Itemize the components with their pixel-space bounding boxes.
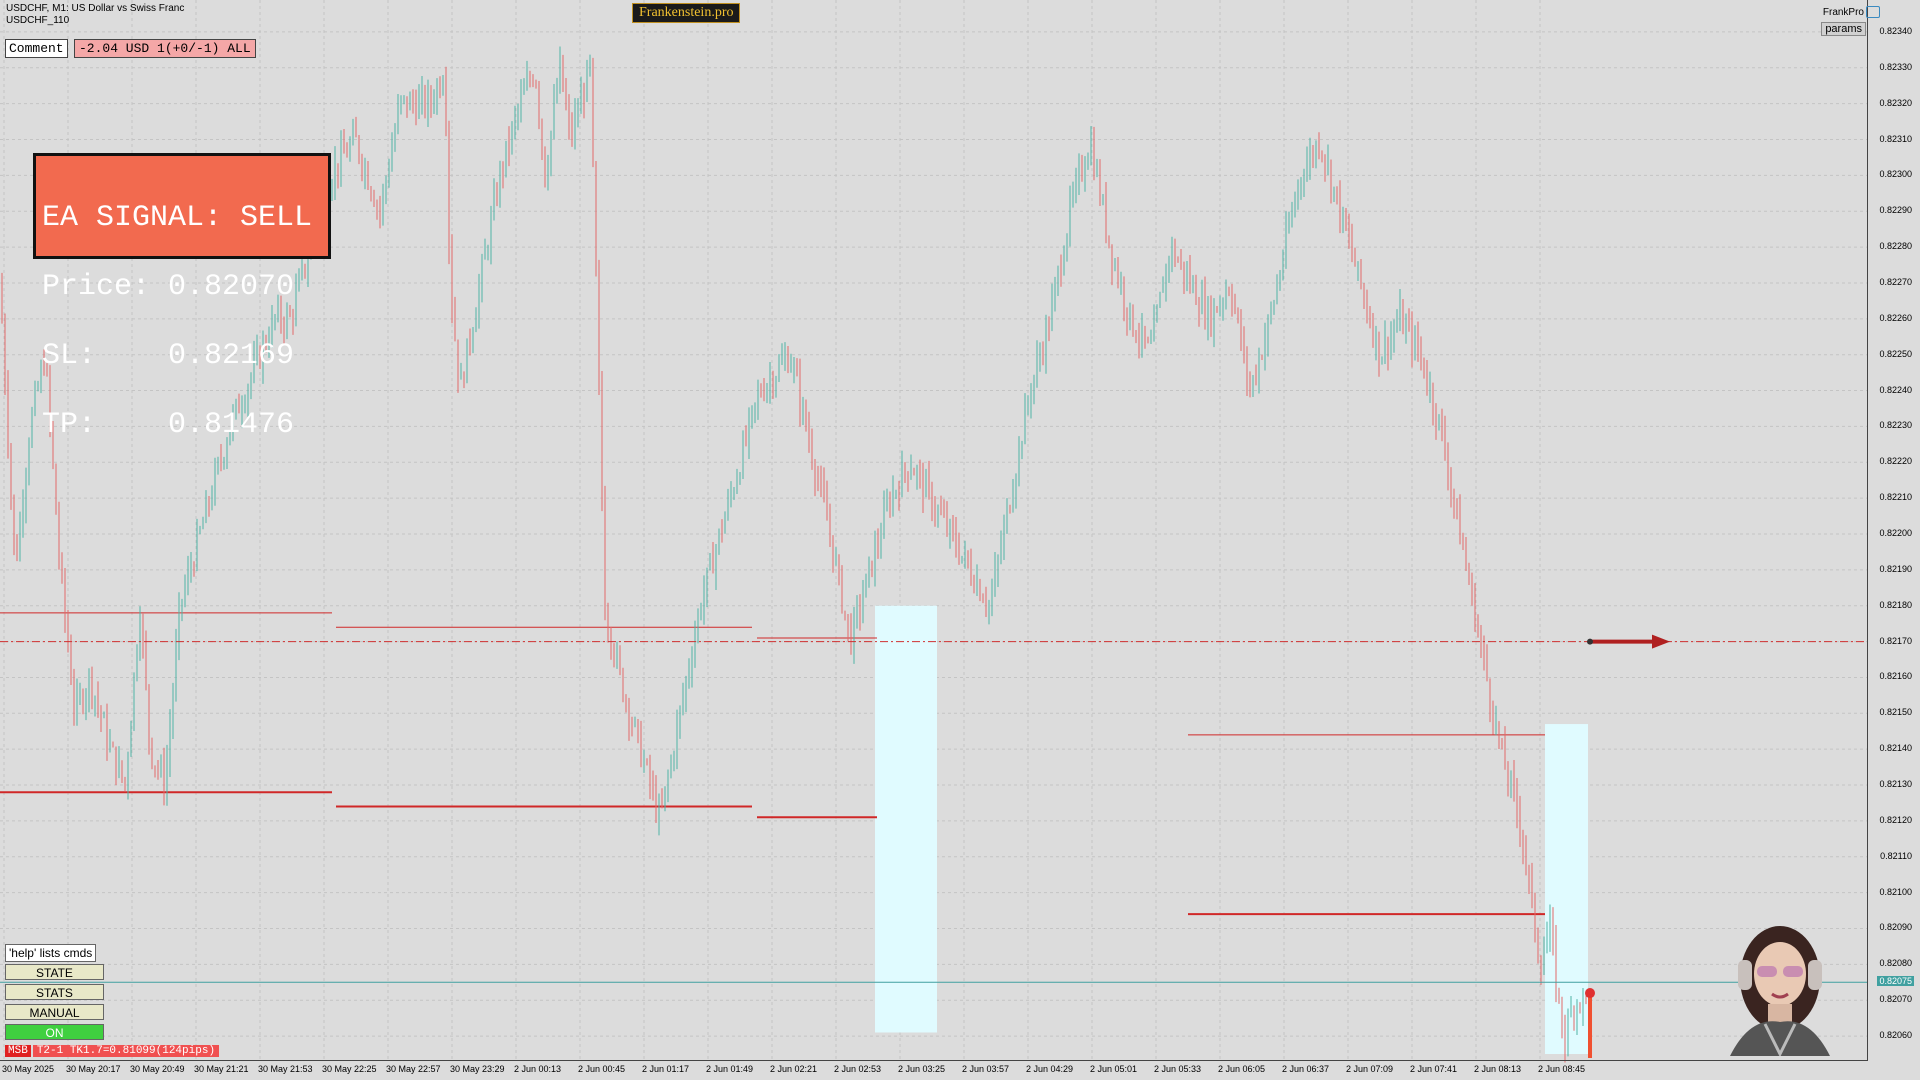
ea-signal-box: EA SIGNAL: SELL Price: 0.82070 SL: 0.821… xyxy=(33,153,331,440)
brand-logo[interactable]: Frankenstein.pro xyxy=(632,3,741,23)
arrow-origin xyxy=(1587,638,1593,645)
manual-button[interactable]: MANUAL xyxy=(5,1004,104,1020)
price-tick-label: 0.82170 xyxy=(1879,635,1912,646)
price-axis-border xyxy=(1867,0,1868,1060)
time-tick-label: 2 Jun 04:29 xyxy=(1026,1064,1074,1074)
time-tick-label: 2 Jun 02:21 xyxy=(770,1064,818,1074)
state-button[interactable]: STATE xyxy=(5,964,104,980)
price-tick-label: 0.82090 xyxy=(1879,922,1912,933)
symbol-title: USDCHF, M1: US Dollar vs Swiss Franc xyxy=(6,3,185,14)
time-tick-label: 2 Jun 00:13 xyxy=(514,1064,562,1074)
msb-status-bar: MSB T2-1 TK1.7=0.81099(124pips) xyxy=(5,1044,220,1058)
avatar xyxy=(1730,926,1830,1056)
price-tick-label: 0.82100 xyxy=(1879,886,1912,897)
signal-line-1: EA SIGNAL: SELL xyxy=(42,201,313,235)
price-tick-label: 0.82200 xyxy=(1879,528,1912,538)
time-tick-label: 30 May 20:17 xyxy=(66,1064,121,1074)
msb-status-text: T2-1 TK1.7=0.81099(124pips) xyxy=(32,1045,220,1057)
price-tick-label: 0.82070 xyxy=(1879,994,1912,1005)
price-tick-label: 0.82270 xyxy=(1879,276,1912,287)
params-button[interactable]: params xyxy=(1821,22,1866,36)
time-tick-label: 2 Jun 03:57 xyxy=(962,1064,1010,1074)
price-tick-label: 0.82220 xyxy=(1879,456,1912,467)
comment-label: Comment xyxy=(5,39,68,58)
time-tick-label: 30 May 22:57 xyxy=(386,1064,441,1074)
signal-zone xyxy=(1545,724,1588,1054)
current-price-label: 0.82075 xyxy=(1877,976,1914,987)
stats-button[interactable]: STATS xyxy=(5,984,104,1000)
signal-line-2: Price: 0.82070 xyxy=(42,270,295,304)
price-tick-label: 0.82060 xyxy=(1879,1030,1912,1041)
current-price-dot xyxy=(1585,988,1595,999)
time-tick-label: 30 May 20:49 xyxy=(130,1064,185,1074)
price-tick-label: 0.82300 xyxy=(1879,169,1912,180)
time-tick-label: 2 Jun 06:05 xyxy=(1218,1064,1266,1074)
price-tick-label: 0.82130 xyxy=(1879,779,1912,790)
price-tick-label: 0.82150 xyxy=(1879,707,1912,718)
price-tick-label: 0.82180 xyxy=(1879,599,1912,610)
comment-value: -2.04 USD 1(+0/-1) ALL xyxy=(74,39,256,58)
time-tick-label: 30 May 23:29 xyxy=(450,1064,505,1074)
time-tick-label: 2 Jun 01:49 xyxy=(706,1064,754,1074)
price-tick-label: 0.82240 xyxy=(1879,384,1912,395)
time-tick-label: 30 May 2025 xyxy=(2,1064,55,1074)
graduation-cap-icon[interactable] xyxy=(1866,6,1880,18)
signal-zone xyxy=(875,605,937,1033)
price-tick-label: 0.82280 xyxy=(1879,241,1912,252)
signal-line-4: TP: 0.81476 xyxy=(42,408,295,442)
time-tick-label: 2 Jun 07:41 xyxy=(1410,1064,1458,1074)
price-tick-label: 0.82230 xyxy=(1879,420,1912,431)
time-tick-label: 2 Jun 02:53 xyxy=(834,1064,882,1074)
time-tick-label: 2 Jun 05:01 xyxy=(1090,1064,1138,1074)
time-tick-label: 2 Jun 03:25 xyxy=(898,1064,946,1074)
price-tick-label: 0.82190 xyxy=(1879,563,1912,574)
price-tick-label: 0.82310 xyxy=(1879,133,1912,144)
price-tick-label: 0.82140 xyxy=(1879,743,1912,754)
price-tick-label: 0.82120 xyxy=(1879,814,1912,825)
time-tick-label: 2 Jun 08:45 xyxy=(1538,1064,1586,1074)
price-tick-label: 0.82250 xyxy=(1879,348,1912,359)
signal-line-3: SL: 0.82169 xyxy=(42,339,295,373)
price-tick-label: 0.82340 xyxy=(1879,25,1912,36)
time-tick-label: 30 May 21:21 xyxy=(194,1064,249,1074)
time-tick-label: 2 Jun 08:13 xyxy=(1474,1064,1522,1074)
msb-tag: MSB xyxy=(5,1045,31,1057)
time-axis-border xyxy=(0,1060,1868,1061)
time-tick-label: 2 Jun 00:45 xyxy=(578,1064,626,1074)
time-tick-label: 2 Jun 06:37 xyxy=(1282,1064,1330,1074)
price-tick-label: 0.82080 xyxy=(1879,958,1912,969)
price-tick-label: 0.82160 xyxy=(1879,671,1912,682)
time-tick-label: 30 May 21:53 xyxy=(258,1064,313,1074)
price-tick-label: 0.82320 xyxy=(1879,97,1912,108)
price-tick-label: 0.82110 xyxy=(1880,850,1912,861)
price-tick-label: 0.82330 xyxy=(1879,61,1912,72)
price-tick-label: 0.82210 xyxy=(1879,492,1912,503)
time-tick-label: 2 Jun 01:17 xyxy=(642,1064,690,1074)
time-tick-label: 30 May 22:25 xyxy=(322,1064,377,1074)
time-tick-label: 2 Jun 07:09 xyxy=(1346,1064,1394,1074)
chart-subtitle: USDCHF_110 xyxy=(6,15,70,26)
help-label: 'help' lists cmds xyxy=(5,944,97,962)
frankpro-label: FrankPro xyxy=(1822,7,1864,18)
on-toggle[interactable]: ON xyxy=(5,1024,104,1040)
price-tick-label: 0.82260 xyxy=(1879,312,1912,323)
price-tick-label: 0.82290 xyxy=(1879,205,1912,216)
time-tick-label: 2 Jun 05:33 xyxy=(1154,1064,1202,1074)
